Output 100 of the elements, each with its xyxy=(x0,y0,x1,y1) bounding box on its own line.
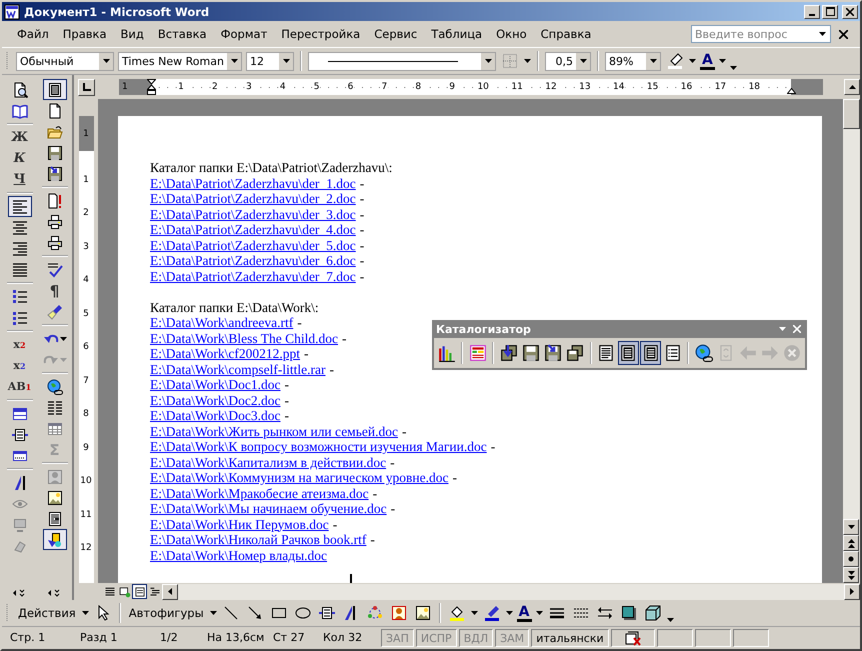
picture-icon[interactable] xyxy=(414,605,431,621)
ellipse-icon[interactable] xyxy=(294,605,311,621)
menu-item[interactable]: Сервис xyxy=(367,25,424,43)
file-link[interactable]: E:\Data\Work\compself-little.rar xyxy=(150,362,326,376)
scroll-down-button[interactable] xyxy=(843,519,859,535)
globe-link-icon[interactable] xyxy=(46,378,62,394)
close-button[interactable] xyxy=(842,4,858,18)
underline-button[interactable]: Ч xyxy=(8,169,32,190)
menu-item[interactable]: Перестройка xyxy=(274,25,368,43)
style-dropdown[interactable]: Обычный xyxy=(16,52,114,70)
toolbar-grip[interactable] xyxy=(6,603,9,623)
scroll-thumb[interactable] xyxy=(843,99,860,129)
toolbar-options-icon[interactable] xyxy=(46,589,62,597)
menu-item[interactable]: Файл xyxy=(10,25,56,43)
file-link[interactable]: E:\Data\Work\andreeva.rtf xyxy=(150,315,294,330)
next-page-button[interactable] xyxy=(843,567,859,583)
clip-art-icon[interactable] xyxy=(390,605,407,621)
indent-marker-icon[interactable] xyxy=(787,88,796,94)
text-box-icon[interactable] xyxy=(12,426,28,442)
file-link[interactable]: E:\Data\Work\Жить рынком или семьей.doc xyxy=(150,424,398,438)
previous-page-button[interactable] xyxy=(843,535,859,551)
toolbar-options-icon[interactable] xyxy=(730,64,737,70)
font-color-button[interactable]: A xyxy=(700,52,715,70)
close-icon[interactable] xyxy=(839,30,848,38)
actions-menu-button[interactable]: Действия xyxy=(16,606,78,620)
file-link[interactable]: E:\Data\Work\Номер влады.doc xyxy=(150,548,328,562)
scroll-up-button[interactable] xyxy=(844,79,860,95)
print-preview-icon[interactable] xyxy=(12,82,28,98)
printer-icon[interactable] xyxy=(46,214,62,230)
line-style-dropdown[interactable] xyxy=(308,52,496,70)
toolbar-button[interactable] xyxy=(618,341,639,365)
menu-item[interactable]: Вставка xyxy=(150,25,214,43)
scroll-left-button[interactable] xyxy=(162,584,178,600)
caret-icon[interactable] xyxy=(210,611,217,615)
3d-box-icon[interactable] xyxy=(644,605,660,621)
landscape-picture-icon[interactable] xyxy=(46,490,62,506)
paintbrush-icon[interactable] xyxy=(46,304,62,320)
indent-marker-icon[interactable] xyxy=(147,79,156,95)
file-link[interactable]: E:\Data\Work\Doc2.doc xyxy=(150,392,280,408)
caret-icon[interactable] xyxy=(689,59,696,63)
table-icon[interactable] xyxy=(46,420,62,436)
caret-icon[interactable] xyxy=(536,611,542,615)
pen-color-icon[interactable] xyxy=(484,605,500,621)
text-document-icon[interactable] xyxy=(46,510,62,526)
font-color-button[interactable]: A xyxy=(516,604,532,622)
caret-icon[interactable] xyxy=(506,611,513,615)
new-page-icon[interactable] xyxy=(46,102,62,118)
highlighter-icon[interactable] xyxy=(667,53,683,69)
help-search-field[interactable]: Введите вопрос xyxy=(691,25,831,43)
menu-item[interactable]: Формат xyxy=(214,25,274,43)
file-link[interactable]: E:\Data\Work\Николай Рачков book.rtf xyxy=(150,532,366,547)
printer-icon[interactable] xyxy=(46,234,62,250)
toggle-button[interactable] xyxy=(42,79,66,100)
alignment-button[interactable] xyxy=(8,196,32,217)
vertical-ruler[interactable]: 1 1 2 3 4 5 6 7 8 9 10 11 12 xyxy=(78,116,94,583)
horizontal-ruler[interactable]: 1 1 2 3 4 5 6 7 8 9 10 11 12 13 14 15 16 17 18 xyxy=(119,79,823,95)
file-link[interactable]: E:\Data\Patriot\Zaderzhavu\der_3.doc xyxy=(150,206,356,222)
menu-item[interactable]: Вид xyxy=(114,25,151,43)
file-link[interactable]: E:\Data\Work\Doc1.doc xyxy=(150,377,280,392)
scroll-right-button[interactable] xyxy=(844,584,860,600)
minimize-button[interactable] xyxy=(804,4,820,18)
menu-item[interactable]: Справка xyxy=(534,25,598,43)
arrow-style-icon[interactable] xyxy=(596,605,612,621)
tab-stop-button[interactable] xyxy=(78,78,95,96)
caret-icon[interactable] xyxy=(718,59,726,63)
file-link[interactable]: E:\Data\Work\Doc3.doc xyxy=(150,408,280,423)
browse-object-button[interactable] xyxy=(843,551,859,567)
diagram-icon[interactable] xyxy=(366,605,383,621)
file-link[interactable]: E:\Data\Work\Bless The Child.doc xyxy=(150,330,338,346)
file-link[interactable]: E:\Data\Work\К вопросу возможности изучения Магии.doc xyxy=(150,439,487,454)
caret-icon[interactable] xyxy=(82,611,89,615)
file-link[interactable]: E:\Data\Patriot\Zaderzhavu\der_7.doc xyxy=(150,268,356,284)
file-link[interactable]: E:\Data\Work\Ник Перумов.doc xyxy=(150,516,329,532)
menu-item[interactable]: Правка xyxy=(56,25,114,43)
vertical-scrollbar[interactable] xyxy=(843,99,860,583)
menu-item[interactable]: Таблица xyxy=(424,25,490,43)
file-link[interactable]: E:\Data\Work\cf200212.ppt xyxy=(150,346,300,361)
toggle-button[interactable] xyxy=(42,529,66,550)
spelling-status[interactable] xyxy=(610,629,655,647)
numbered-list-icon[interactable] xyxy=(12,288,28,304)
open-folder-icon[interactable] xyxy=(46,124,62,140)
caret-icon[interactable] xyxy=(60,336,66,340)
zoom-dropdown[interactable]: 89% xyxy=(605,52,661,70)
shadow-icon[interactable] xyxy=(620,605,636,621)
arrow-icon[interactable] xyxy=(246,605,263,621)
caret-icon[interactable] xyxy=(470,611,478,615)
toolbar-button[interactable] xyxy=(640,341,662,365)
view-button[interactable] xyxy=(132,584,147,599)
file-link[interactable]: E:\Data\Work\Мы начинаем обучение.doc xyxy=(150,501,387,516)
toolbar-grip[interactable] xyxy=(6,51,9,71)
menu-item[interactable]: Окно xyxy=(489,25,534,43)
rectangle-icon[interactable] xyxy=(270,605,287,621)
file-link[interactable]: E:\Data\Work\Мракобесие атеизма.doc xyxy=(150,486,369,500)
line-icon[interactable] xyxy=(222,605,239,621)
caret-icon[interactable] xyxy=(524,59,531,63)
bold-button[interactable]: Ж xyxy=(8,127,32,148)
page-exclamation-icon[interactable] xyxy=(46,192,62,208)
book-icon[interactable] xyxy=(12,102,28,118)
file-link[interactable]: E:\Data\Patriot\Zaderzhavu\der_2.doc xyxy=(150,191,356,206)
file-link[interactable]: E:\Data\Patriot\Zaderzhavu\der_5.doc xyxy=(150,238,356,252)
